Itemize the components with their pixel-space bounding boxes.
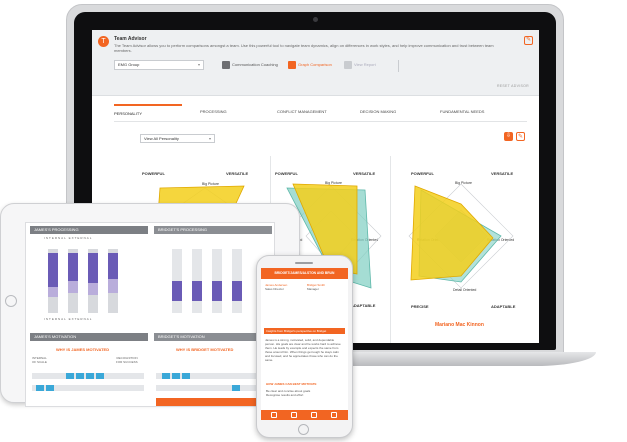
why-bridget-heading: WHY IS BRIDGET MOTIVATED xyxy=(176,347,234,352)
tab-personality[interactable]: PERSONALITY xyxy=(114,104,182,122)
tablet-home-button[interactable] xyxy=(5,295,17,307)
motivation-scales xyxy=(32,373,268,391)
radar-chart-3 xyxy=(408,183,514,289)
tablet-action-bar[interactable] xyxy=(156,398,266,406)
phone-home-button[interactable] xyxy=(298,424,309,435)
motivate-heading: HOW JAMES CAN BEST MOTIVATE xyxy=(264,381,345,387)
scale-left-line2: OF SCALE xyxy=(32,359,47,364)
why-james-heading: WHY IS JAMES MOTIVATED xyxy=(56,347,110,352)
view-select[interactable]: View All Personality ▾ xyxy=(140,134,215,143)
tab-fundamental-needs[interactable]: FUNDAMENTAL NEEDS xyxy=(440,104,510,122)
right-column: Bridget Smith Manager xyxy=(307,283,345,291)
left-role: Sales Director xyxy=(265,287,284,291)
scale-right-label: RECOGNITION FOR SUCCESS xyxy=(116,356,138,364)
advisor-description: The Team Advisor allows you to perform c… xyxy=(114,43,494,53)
group-select-value: EMG Group xyxy=(118,62,140,67)
label-external: EXTERNAL xyxy=(68,236,93,240)
coaching-icon xyxy=(222,61,230,69)
graph-comparison-button[interactable]: Graph Comparison xyxy=(288,61,332,69)
view-report-button[interactable]: View Report xyxy=(344,61,376,69)
scale-right-line2: FOR SUCCESS xyxy=(116,359,138,364)
radar-shape-yellow xyxy=(410,185,494,281)
insight-band: Insights from Bridget's perspective on B… xyxy=(264,328,345,334)
tab-processing[interactable]: PROCESSING xyxy=(200,104,260,122)
left-column: James Andersen Sales Director xyxy=(265,283,303,291)
insight-body: James is a strong, motivated, solid, and… xyxy=(265,338,341,362)
tab-conflict-management[interactable]: CONFLICT MANAGEMENT xyxy=(277,104,327,122)
label-external: EXTERNAL xyxy=(68,317,93,321)
group-select[interactable]: EMG Group ▾ xyxy=(114,60,204,70)
label-internal: INTERNAL xyxy=(44,317,67,321)
report-icon xyxy=(344,61,352,69)
radar-panel-3: POWERFUL VERSATILE Big Picture Relation … xyxy=(390,156,531,343)
tool-label: View Report xyxy=(354,62,376,67)
james-scale xyxy=(32,373,144,391)
header-bridget-motivation: BRIDGET'S MOTIVATION xyxy=(154,333,272,341)
edit-button[interactable]: ✎ xyxy=(516,132,525,141)
toolbar-button-1[interactable] xyxy=(271,412,277,418)
header-james-processing: JAMES'S PROCESSING xyxy=(30,226,148,234)
edit-icon[interactable]: ✎ xyxy=(524,36,533,45)
scale-left-label: INTERNAL OF SCALE xyxy=(32,356,47,364)
phone-toolbar xyxy=(261,410,348,420)
bridget-scale xyxy=(156,373,268,391)
tab-bar: PERSONALITY PROCESSING CONFLICT MANAGEME… xyxy=(114,104,527,122)
chevron-down-icon: ▾ xyxy=(197,62,200,67)
chevron-down-icon: ▾ xyxy=(208,136,211,141)
tablet-screen: JAMES'S PROCESSING BRIDGET'S PROCESSING … xyxy=(25,222,275,407)
header-bridget-processing: BRIDGET'S PROCESSING xyxy=(154,226,272,234)
phone-header: BRIDGET/JAMES/ALSTON AND BRUN xyxy=(261,268,348,279)
phone-screen: BRIDGET/JAMES/ALSTON AND BRUN James Ande… xyxy=(261,268,348,420)
advisor-badge: T xyxy=(98,36,109,47)
tool-label: Communication Coaching xyxy=(232,62,278,67)
bridget-processing-bars xyxy=(172,249,242,313)
toolbar-button-4[interactable] xyxy=(331,412,337,418)
person-name: Mariano Mac Kinnon xyxy=(435,322,484,328)
team-advisor-panel: T Team Advisor The Team Advisor allows y… xyxy=(92,30,539,96)
phone-speaker xyxy=(295,262,313,264)
divider xyxy=(398,60,399,72)
right-role: Manager xyxy=(307,287,319,291)
tool-label: Graph Comparison xyxy=(298,62,332,67)
tab-decision-making[interactable]: DECISION MAKING xyxy=(360,104,420,122)
label-internal: INTERNAL xyxy=(44,236,67,240)
corner-label-versatile: VERSATILE xyxy=(226,171,249,176)
camera-icon xyxy=(313,17,318,22)
toolbar-button-2[interactable] xyxy=(291,412,297,418)
view-select-value: View All Personality xyxy=(144,136,179,141)
bullet-2: Recognise results and effort xyxy=(266,393,304,397)
header-james-motivation: JAMES'S MOTIVATION xyxy=(30,333,148,341)
communication-coaching-button[interactable]: Communication Coaching xyxy=(222,61,278,69)
reset-advisor-link[interactable]: RESET ADVISOR xyxy=(497,84,529,88)
column-labels-bottom: INTERNAL EXTERNAL xyxy=(44,317,144,322)
column-labels-top: INTERNAL EXTERNAL xyxy=(44,236,124,241)
toolbar-button-3[interactable] xyxy=(311,412,317,418)
motivate-bullets: Be clear and concise about goals Recogni… xyxy=(266,389,344,397)
corner-label-powerful: POWERFUL xyxy=(142,171,165,176)
graph-icon xyxy=(288,61,296,69)
device-mockup-scene: T Team Advisor The Team Advisor allows y… xyxy=(0,0,627,442)
download-button[interactable]: ⇩ xyxy=(504,132,513,141)
advisor-title: Team Advisor xyxy=(114,36,147,42)
corner-label-precise: PRECISE xyxy=(411,304,429,309)
corner-label-adaptable: ADAPTABLE xyxy=(491,304,516,309)
james-processing-bars xyxy=(48,249,118,313)
